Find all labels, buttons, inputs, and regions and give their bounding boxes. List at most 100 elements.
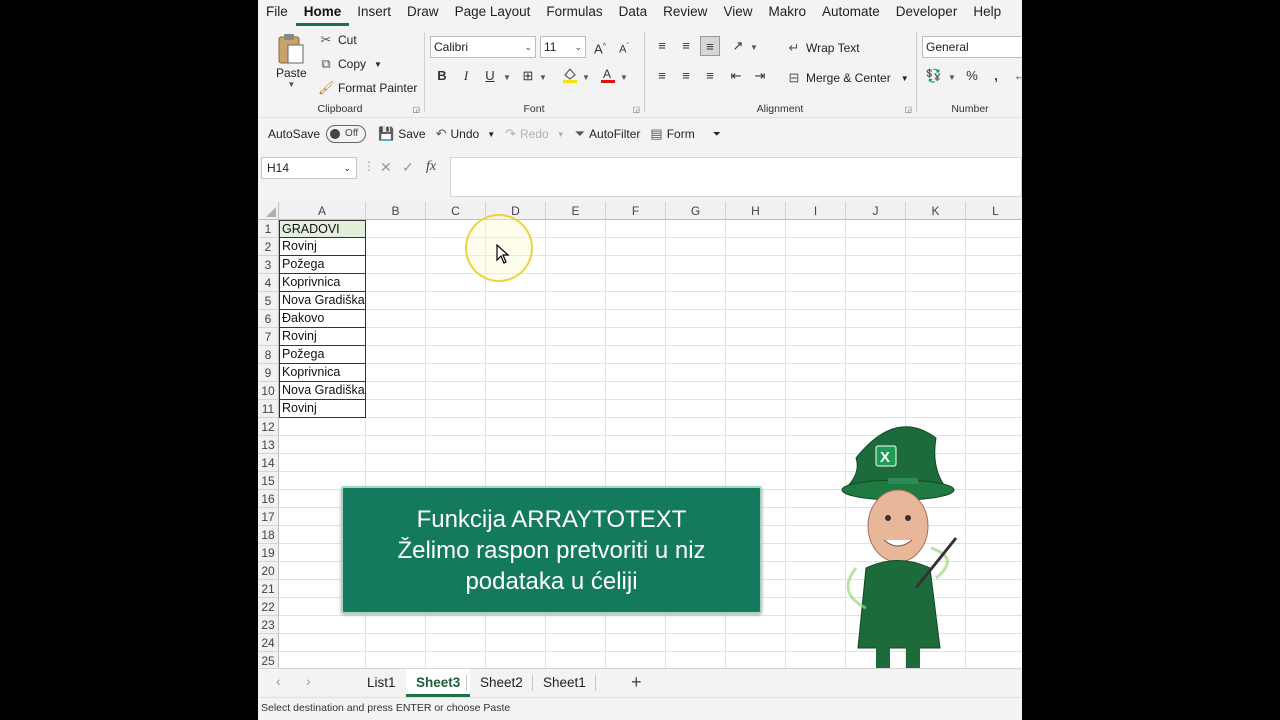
row-header-7[interactable]: 7: [258, 328, 279, 346]
column-header-g[interactable]: G: [666, 202, 726, 220]
wrap-text-button[interactable]: ↵ Wrap Text: [786, 40, 860, 56]
chevron-down-icon[interactable]: ▼: [582, 73, 590, 82]
align-left-icon[interactable]: ≡: [652, 66, 672, 86]
increase-font-icon[interactable]: A^: [590, 37, 610, 57]
row-header-2[interactable]: 2: [258, 238, 279, 256]
dialog-launcher-icon[interactable]: ◲: [904, 105, 912, 114]
insert-function-icon[interactable]: fx: [426, 159, 436, 175]
chevron-down-icon[interactable]: ▼: [948, 73, 956, 82]
row-header-22[interactable]: 22: [258, 598, 279, 616]
autofilter-button[interactable]: ⏷ AutoFilter: [575, 126, 641, 142]
menu-help[interactable]: Help: [965, 0, 1009, 26]
chevron-down-icon[interactable]: ▼: [620, 73, 628, 82]
tab-sheet2[interactable]: Sheet2: [470, 669, 533, 697]
table-cell[interactable]: Koprivnica: [279, 274, 366, 292]
column-header-e[interactable]: E: [546, 202, 606, 220]
tab-list1[interactable]: List1: [357, 669, 406, 697]
align-top-icon[interactable]: ≡: [652, 36, 672, 56]
merge-center-button[interactable]: ⊟ Merge & Center ▼: [786, 70, 909, 86]
column-header-h[interactable]: H: [726, 202, 786, 220]
table-cell[interactable]: Koprivnica: [279, 364, 366, 382]
row-header-17[interactable]: 17: [258, 508, 279, 526]
align-right-icon[interactable]: ≡: [700, 66, 720, 86]
number-format-select[interactable]: General: [922, 36, 1022, 58]
formula-input[interactable]: [450, 157, 1022, 197]
chevron-down-icon[interactable]: ▼: [539, 73, 547, 82]
menu-file[interactable]: File: [258, 0, 296, 26]
row-header-13[interactable]: 13: [258, 436, 279, 454]
underline-button[interactable]: U: [480, 66, 500, 86]
menu-review[interactable]: Review: [655, 0, 715, 26]
customize-qat-icon[interactable]: ⏷: [713, 129, 721, 140]
row-header-12[interactable]: 12: [258, 418, 279, 436]
menu-page-layout[interactable]: Page Layout: [447, 0, 539, 26]
save-button[interactable]: 💾 Save: [378, 126, 426, 142]
row-header-21[interactable]: 21: [258, 580, 279, 598]
row-header-4[interactable]: 4: [258, 274, 279, 292]
dialog-launcher-icon[interactable]: ◲: [412, 105, 420, 114]
column-header-c[interactable]: C: [426, 202, 486, 220]
scroll-right-icon[interactable]: ›: [306, 673, 311, 689]
enter-icon[interactable]: ✓: [402, 159, 414, 176]
row-header-8[interactable]: 8: [258, 346, 279, 364]
column-header-k[interactable]: K: [906, 202, 966, 220]
menu-formulas[interactable]: Formulas: [538, 0, 610, 26]
align-bottom-icon[interactable]: ≡: [700, 36, 720, 56]
increase-indent-icon[interactable]: ⇥: [750, 66, 770, 86]
cancel-icon[interactable]: ✕: [380, 159, 392, 176]
row-header-25[interactable]: 25: [258, 652, 279, 668]
more-options-icon[interactable]: ⋮: [363, 159, 375, 173]
menu-insert[interactable]: Insert: [349, 0, 399, 26]
column-header-f[interactable]: F: [606, 202, 666, 220]
name-box[interactable]: H14 ⌄: [261, 157, 357, 179]
menu-view[interactable]: View: [715, 0, 760, 26]
chevron-down-icon[interactable]: ▼: [503, 73, 511, 82]
table-header-cell[interactable]: GRADOVI: [279, 220, 366, 238]
chevron-down-icon[interactable]: ▼: [750, 43, 758, 52]
row-header-1[interactable]: 1: [258, 220, 279, 238]
menu-data[interactable]: Data: [611, 0, 656, 26]
copy-button[interactable]: ⧉ Copy ▼: [318, 56, 382, 72]
table-cell[interactable]: Rovinj: [279, 400, 366, 418]
row-header-11[interactable]: 11: [258, 400, 279, 418]
row-header-19[interactable]: 19: [258, 544, 279, 562]
decrease-font-icon[interactable]: Aˇ: [614, 37, 634, 57]
dialog-launcher-icon[interactable]: ◲: [632, 105, 640, 114]
row-header-3[interactable]: 3: [258, 256, 279, 274]
column-header-b[interactable]: B: [366, 202, 426, 220]
autosave-toggle[interactable]: Off: [326, 125, 367, 143]
form-button[interactable]: ▤ Form: [650, 126, 694, 142]
row-header-6[interactable]: 6: [258, 310, 279, 328]
table-cell[interactable]: Đakovo: [279, 310, 366, 328]
row-header-15[interactable]: 15: [258, 472, 279, 490]
tab-sheet1[interactable]: Sheet1: [533, 669, 596, 697]
row-header-23[interactable]: 23: [258, 616, 279, 634]
format-painter-button[interactable]: 🖌 Format Painter: [318, 80, 417, 96]
table-cell[interactable]: Nova Gradiška: [279, 292, 366, 310]
table-cell[interactable]: Rovinj: [279, 238, 366, 256]
scroll-left-icon[interactable]: ‹: [276, 673, 281, 689]
redo-button[interactable]: ↷ Redo ▼: [505, 126, 565, 142]
fill-color-icon[interactable]: [560, 66, 580, 86]
align-center-icon[interactable]: ≡: [676, 66, 696, 86]
row-header-16[interactable]: 16: [258, 490, 279, 508]
font-size-select[interactable]: 11 ⌄: [540, 36, 586, 58]
menu-draw[interactable]: Draw: [399, 0, 447, 26]
row-header-20[interactable]: 20: [258, 562, 279, 580]
decrease-indent-icon[interactable]: ⇤: [726, 66, 746, 86]
currency-icon[interactable]: 💱: [924, 66, 944, 86]
table-cell[interactable]: Rovinj: [279, 328, 366, 346]
menu-home[interactable]: Home: [295, 0, 350, 26]
percent-icon[interactable]: %: [962, 66, 982, 86]
font-name-select[interactable]: Calibri ⌄: [430, 36, 536, 58]
orientation-icon[interactable]: ↗: [728, 36, 748, 56]
select-all-corner[interactable]: [258, 202, 279, 220]
column-header-j[interactable]: J: [846, 202, 906, 220]
row-header-24[interactable]: 24: [258, 634, 279, 652]
menu-makro[interactable]: Makro: [760, 0, 814, 26]
column-header-l[interactable]: L: [966, 202, 1022, 220]
column-header-a[interactable]: A: [279, 202, 366, 220]
menu-automate[interactable]: Automate: [814, 0, 888, 26]
bold-button[interactable]: B: [432, 66, 452, 86]
italic-button[interactable]: I: [456, 66, 476, 86]
